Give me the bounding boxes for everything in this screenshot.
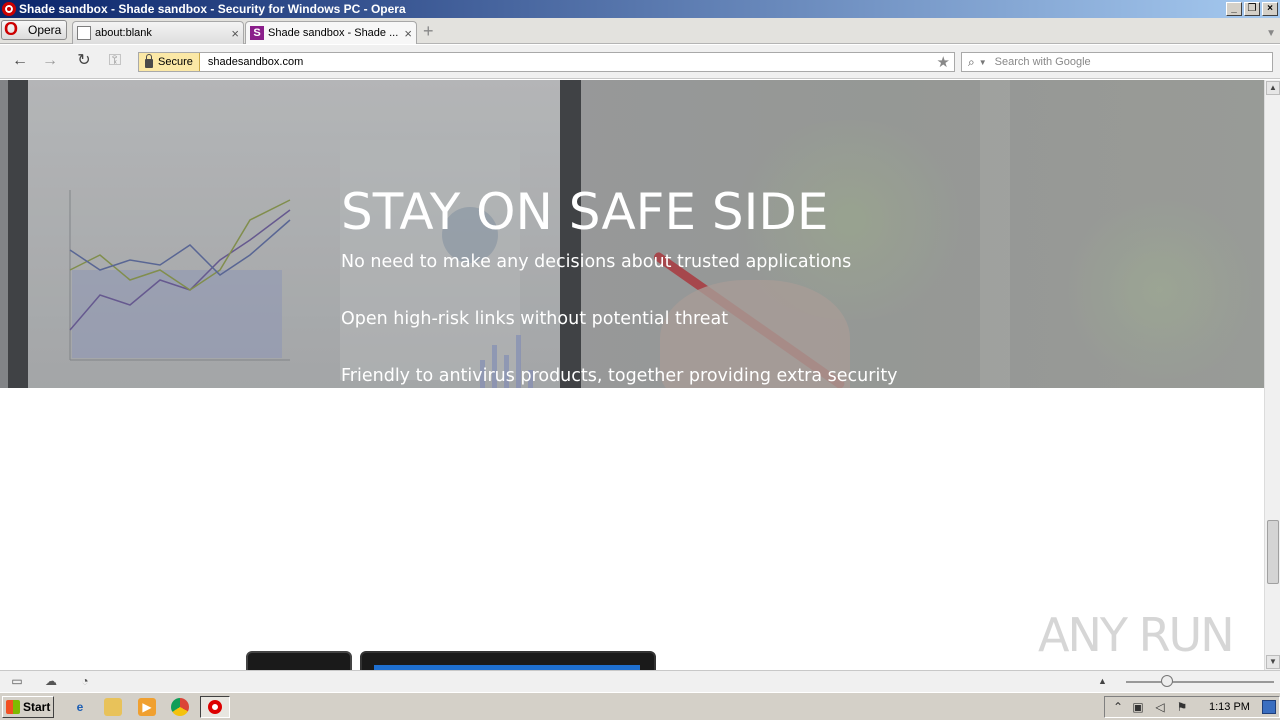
opera-app-icon bbox=[2, 2, 16, 16]
hero-banner: STAY ON SAFE SIDE No need to make any de… bbox=[0, 80, 1264, 388]
speed-dial-gauge-icon[interactable]: ◔ bbox=[78, 675, 92, 687]
minimize-button[interactable]: _ bbox=[1226, 2, 1242, 16]
tab-menu-chevron-icon[interactable]: ▼ bbox=[1266, 28, 1276, 39]
lock-icon bbox=[145, 53, 153, 68]
network-icon[interactable]: ▣ bbox=[1131, 700, 1145, 714]
new-tab-icon[interactable]: + bbox=[423, 22, 434, 40]
zoom-menu-icon[interactable]: ▲ bbox=[1098, 676, 1107, 686]
tab-label: about:blank bbox=[95, 27, 152, 39]
chevron-down-icon[interactable]: ▼ bbox=[979, 58, 987, 67]
window-controls: _ ❐ × bbox=[1226, 2, 1278, 16]
key-icon[interactable]: ⚿ bbox=[104, 51, 126, 71]
tab-close-icon[interactable]: × bbox=[404, 26, 412, 41]
hero-feature-line: Friendly to antivirus products, together… bbox=[341, 366, 898, 386]
page-viewport: STAY ON SAFE SIDE No need to make any de… bbox=[0, 80, 1264, 670]
opera-menu-label: Opera bbox=[28, 23, 62, 37]
shade-favicon-icon: S bbox=[250, 26, 264, 40]
opera-logo-icon: O bbox=[4, 19, 19, 39]
forward-arrow-icon[interactable]: → bbox=[39, 51, 61, 71]
clock[interactable]: 1:13 PM bbox=[1209, 701, 1250, 713]
opera-menu-button[interactable]: O Opera bbox=[1, 20, 67, 40]
maximize-button[interactable]: ❐ bbox=[1244, 2, 1260, 16]
panel-toggle-icon[interactable]: ▭ bbox=[10, 675, 24, 687]
hero-title: STAY ON SAFE SIDE bbox=[341, 183, 829, 241]
tab-about-blank[interactable]: about:blank × bbox=[72, 21, 244, 44]
address-bar[interactable]: Secure shadesandbox.com ★ bbox=[138, 52, 955, 72]
hero-feature-line: No need to make any decisions about trus… bbox=[341, 252, 852, 272]
secure-label: Secure bbox=[158, 56, 193, 68]
window-title-bar: Shade sandbox - Shade sandbox - Security… bbox=[0, 0, 1280, 18]
tab-bar: O Opera about:blank × S Shade sandbox - … bbox=[0, 18, 1280, 44]
reload-icon[interactable]: ↻ bbox=[73, 51, 95, 71]
page-icon bbox=[77, 26, 91, 40]
hero-feature-line: Open high-risk links without potential t… bbox=[341, 309, 729, 329]
laptop-image bbox=[360, 651, 656, 670]
folder-icon[interactable] bbox=[104, 698, 122, 716]
action-center-flag-icon[interactable]: ⚑ bbox=[1175, 700, 1189, 714]
secure-badge[interactable]: Secure bbox=[139, 53, 200, 71]
vertical-scrollbar[interactable]: ▲ ▼ bbox=[1264, 80, 1280, 670]
media-player-icon[interactable]: ▶ bbox=[138, 698, 156, 716]
opera-icon bbox=[208, 700, 222, 714]
search-icon: ⌕ bbox=[968, 54, 975, 69]
bookmark-star-icon[interactable]: ★ bbox=[937, 53, 950, 71]
navigation-toolbar: ← → ↻ ⚿ Secure shadesandbox.com ★ ⌕ ▼ Se… bbox=[0, 45, 1280, 79]
windows-logo-icon bbox=[6, 700, 20, 714]
system-tray: ⌃ ▣ ◁ ⚑ 1:13 PM bbox=[1104, 696, 1280, 718]
start-button[interactable]: Start bbox=[2, 696, 54, 718]
opera-taskbar-button[interactable] bbox=[200, 696, 230, 718]
tab-shade-sandbox[interactable]: S Shade sandbox - Shade ... × bbox=[245, 21, 417, 44]
anyrun-watermark: ANY RUN bbox=[1038, 608, 1235, 662]
scroll-down-icon[interactable]: ▼ bbox=[1266, 655, 1280, 669]
url-text[interactable]: shadesandbox.com bbox=[208, 56, 303, 68]
volume-icon[interactable]: ◁ bbox=[1153, 700, 1167, 714]
show-desktop-icon[interactable] bbox=[1262, 700, 1276, 714]
close-button[interactable]: × bbox=[1262, 2, 1278, 16]
window-title: Shade sandbox - Shade sandbox - Security… bbox=[19, 2, 406, 16]
back-arrow-icon[interactable]: ← bbox=[9, 51, 31, 71]
scroll-up-icon[interactable]: ▲ bbox=[1266, 81, 1280, 95]
start-label: Start bbox=[23, 700, 51, 714]
tablet-image bbox=[246, 651, 352, 670]
internet-explorer-icon[interactable]: e bbox=[71, 698, 89, 716]
tab-label: Shade sandbox - Shade ... bbox=[268, 27, 399, 39]
browser-status-bar: ▭ ☁ ◔ ▲ bbox=[0, 670, 1280, 692]
show-hidden-icons-chevron-icon[interactable]: ⌃ bbox=[1111, 700, 1125, 714]
scrollbar-thumb[interactable] bbox=[1267, 520, 1279, 584]
zoom-slider-handle[interactable] bbox=[1161, 675, 1173, 687]
tab-close-icon[interactable]: × bbox=[231, 26, 239, 41]
windows-taskbar: Start e ▶ ⌃ ▣ ◁ ⚑ 1:13 PM bbox=[0, 692, 1280, 720]
chrome-icon[interactable] bbox=[171, 698, 189, 716]
opera-unite-cloud-icon[interactable]: ☁ bbox=[44, 675, 58, 687]
zoom-slider-track[interactable] bbox=[1126, 681, 1274, 683]
search-placeholder: Search with Google bbox=[994, 56, 1091, 68]
search-input[interactable]: ⌕ ▼ Search with Google bbox=[961, 52, 1273, 72]
